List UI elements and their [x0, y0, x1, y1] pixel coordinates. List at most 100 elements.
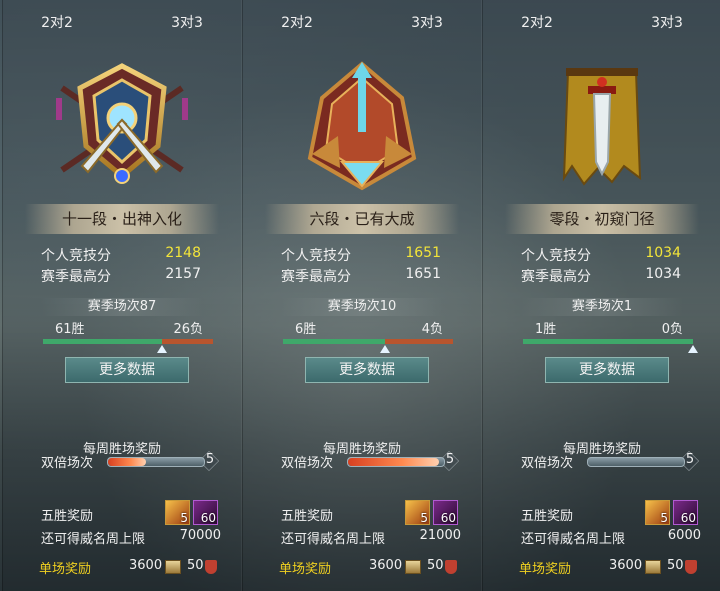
double-matches-row: 双倍场次 5	[41, 452, 221, 471]
coin-icon	[405, 560, 421, 574]
season-matches: 赛季场次87	[41, 298, 203, 316]
win-ratio-fill	[43, 339, 163, 344]
double-matches-row: 双倍场次 5	[281, 451, 461, 471]
weekly-cap-label: 还可得威名周上限	[281, 532, 386, 547]
reward-item-count: 60	[680, 511, 696, 525]
tab-3v3[interactable]: 3对3	[139, 12, 235, 32]
personal-score-value: 1034	[645, 245, 681, 261]
season-high-label: 赛季最高分	[41, 269, 111, 285]
weekly-cap-row: 还可得威名周上限 70000	[41, 528, 221, 547]
arrow-crest-emblem-icon	[243, 58, 481, 198]
season-high-row: 赛季最高分 1034	[521, 266, 681, 286]
coin-icon	[645, 560, 661, 574]
tab-3v3[interactable]: 3对3	[619, 12, 715, 32]
shield-icon	[685, 560, 697, 574]
coin-icon	[165, 560, 181, 574]
weekly-cap-value: 6000	[667, 528, 701, 543]
double-matches-row: 双倍场次 5	[521, 451, 701, 471]
double-matches-count: 5	[441, 451, 459, 469]
weekly-cap-row: 还可得威名周上限 21000	[281, 528, 461, 547]
single-reward-points: 50	[427, 558, 444, 573]
five-win-label: 五胜奖励	[521, 509, 574, 524]
single-reward-coins: 3600	[369, 558, 403, 573]
weekly-cap-value: 70000	[179, 528, 221, 543]
wins-count: 1胜	[535, 322, 557, 337]
double-matches-label: 双倍场次	[281, 456, 334, 471]
personal-score-row: 个人竞技分 1034	[521, 245, 681, 265]
personal-score-label: 个人竞技分	[41, 248, 111, 264]
weekly-cap-row: 还可得威名周上限 6000	[521, 528, 701, 547]
double-matches-label: 双倍场次	[521, 456, 574, 471]
single-match-reward-row: 单场奖励 3600 50	[519, 558, 705, 578]
weekly-cap-label: 还可得威名周上限	[521, 532, 626, 547]
reward-item-count: 60	[200, 511, 216, 525]
season-high-value: 1034	[645, 266, 681, 282]
reward-item-token-icon[interactable]: 5	[165, 500, 190, 525]
double-matches-bar	[347, 457, 445, 467]
personal-score-row: 个人竞技分 1651	[281, 245, 441, 265]
personal-score-value: 2148	[165, 245, 201, 261]
season-high-row: 赛季最高分 1651	[281, 266, 441, 286]
reward-item-count: 5	[660, 511, 668, 525]
five-win-reward-row: 五胜奖励 5 60	[281, 500, 461, 528]
more-data-button[interactable]: 更多数据	[545, 357, 669, 383]
tab-2v2[interactable]: 2对2	[489, 12, 585, 32]
reward-item-count: 5	[420, 511, 428, 525]
more-data-button[interactable]: 更多数据	[305, 357, 429, 383]
season-high-value: 1651	[405, 266, 441, 282]
win-loss-ratio-bar	[43, 339, 213, 353]
rank-title: 六段・已有大成	[265, 204, 459, 234]
mode-tabs: 2对2 3对3	[243, 0, 481, 40]
banner-sword-emblem-icon	[483, 58, 720, 198]
weekly-cap-value: 21000	[419, 528, 461, 543]
win-ratio-fill	[523, 339, 693, 344]
single-reward-label: 单场奖励	[39, 562, 92, 577]
five-win-reward-row: 五胜奖励 5 60	[41, 500, 221, 528]
tab-2v2[interactable]: 2对2	[249, 12, 345, 32]
single-reward-coins: 3600	[609, 558, 643, 573]
tab-2v2[interactable]: 2对2	[9, 12, 105, 32]
crossed-swords-emblem-icon	[3, 58, 241, 198]
rank-panel-3: 2对2 3对3 零段・初窥门径 个人竞技分 1034 赛季最高分 1034 赛季…	[482, 0, 720, 591]
reward-item-token-icon[interactable]: 5	[645, 500, 670, 525]
losses-count: 26负	[173, 322, 203, 337]
losses-count: 4负	[421, 322, 443, 337]
win-loss-ratio-bar	[283, 339, 453, 353]
season-matches: 赛季场次1	[521, 298, 683, 316]
ratio-marker-icon	[688, 345, 698, 353]
double-matches-bar	[107, 457, 205, 467]
rank-title: 十一段・出神入化	[25, 204, 219, 234]
win-ratio-fill	[283, 339, 385, 344]
reward-item-count: 60	[440, 511, 456, 525]
rank-panel-1: 2对2 3对3 十一段・出神入化 个人竞技分 2148 赛季最高分 2157 赛…	[2, 0, 242, 591]
ratio-marker-icon	[157, 345, 168, 353]
single-match-reward-row: 单场奖励 3600 50	[39, 558, 225, 578]
double-matches-count: 5	[681, 451, 699, 469]
single-reward-label: 单场奖励	[279, 562, 332, 577]
mode-tabs: 2对2 3对3	[483, 0, 720, 40]
wins-count: 6胜	[295, 322, 317, 337]
personal-score-label: 个人竞技分	[281, 248, 351, 264]
reward-item-token-icon[interactable]: 5	[405, 500, 430, 525]
single-reward-points: 50	[187, 558, 204, 573]
double-matches-bar	[587, 457, 685, 467]
double-matches-fill	[108, 458, 147, 466]
reward-item-gem-icon[interactable]: 60	[193, 500, 218, 525]
more-data-button[interactable]: 更多数据	[65, 357, 189, 383]
rank-panel-2: 2对2 3对3 六段・已有大成 个人竞技分 1651 赛季最高分 1651 赛季…	[242, 0, 482, 591]
mode-tabs: 2对2 3对3	[3, 0, 241, 40]
ratio-marker-icon	[380, 345, 390, 353]
tab-3v3[interactable]: 3对3	[379, 12, 475, 32]
wins-count: 61胜	[55, 322, 85, 337]
shield-icon	[205, 560, 217, 574]
personal-score-label: 个人竞技分	[521, 248, 591, 264]
reward-item-gem-icon[interactable]: 60	[433, 500, 458, 525]
weekly-cap-label: 还可得威名周上限	[41, 532, 146, 547]
reward-item-gem-icon[interactable]: 60	[673, 500, 698, 525]
personal-score-value: 1651	[405, 245, 441, 261]
reward-item-count: 5	[180, 511, 188, 525]
personal-score-row: 个人竞技分 2148	[41, 245, 201, 265]
losses-count: 0负	[661, 322, 683, 337]
single-reward-points: 50	[667, 558, 684, 573]
season-high-label: 赛季最高分	[521, 269, 591, 285]
